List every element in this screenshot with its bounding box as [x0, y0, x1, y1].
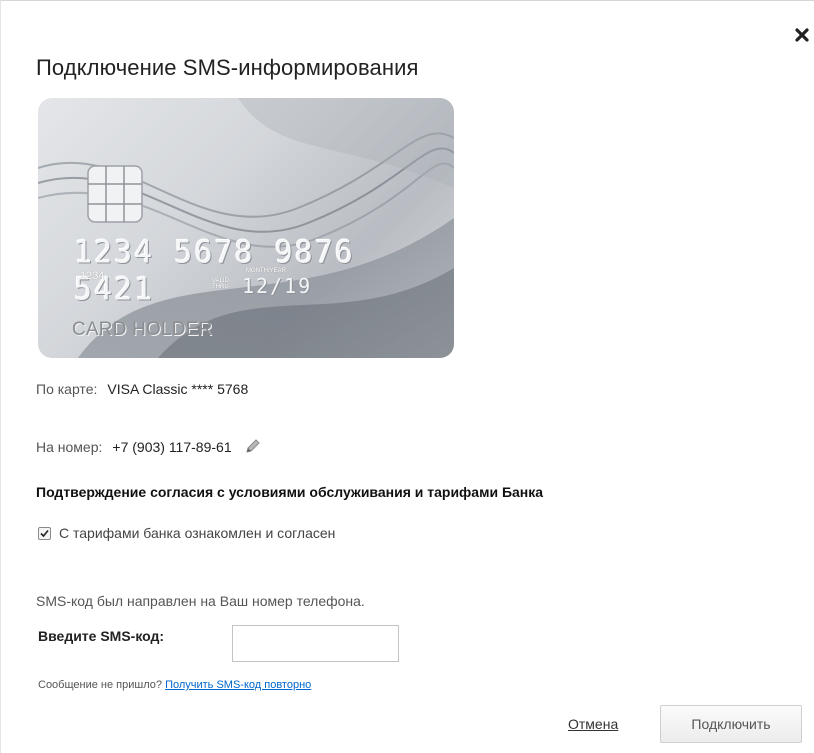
card-valid-thru-label: VALID THRU: [212, 278, 229, 290]
cancel-button[interactable]: Отмена: [568, 716, 618, 732]
agreement-checkbox[interactable]: [38, 526, 51, 540]
pencil-icon[interactable]: [244, 437, 262, 455]
card-info-row: По карте: VISA Classic **** 5768: [36, 381, 248, 397]
phone-info-label: На номер:: [36, 439, 103, 455]
agreement-heading: Подтверждение согласия с условиями обслу…: [36, 484, 544, 500]
sms-code-label: Введите SMS-код:: [38, 628, 165, 644]
card-small-number: 1234: [80, 270, 105, 282]
sms-sent-info: SMS-код был направлен на Ваш номер телеф…: [36, 593, 365, 609]
resend-link[interactable]: Получить SMS-код повторно: [165, 679, 311, 691]
sms-code-input[interactable]: [232, 625, 399, 662]
card-expiry: 12/19: [242, 274, 313, 298]
card-holder-name: CARD HOLDER: [72, 319, 213, 340]
phone-info-value: +7 (903) 117-89-61: [112, 439, 232, 455]
dialog-title: Подключение SMS-информирования: [36, 55, 419, 80]
resend-text: Сообщение не пришло?: [38, 679, 162, 691]
card-info-label: По карте:: [36, 381, 98, 397]
resend-row: Сообщение не пришло? Получить SMS-код по…: [38, 679, 311, 691]
card-info-value: VISA Classic **** 5768: [107, 381, 249, 397]
bank-card-image: 1234 5678 9876 5421 1234 MONTH/YEAR VALI…: [38, 98, 454, 358]
sms-dialog: Подключение SMS-информирования 1234 5678…: [0, 0, 814, 753]
connect-button[interactable]: Подключить: [660, 705, 802, 743]
agreement-checkbox-label[interactable]: С тарифами банка ознакомлен и согласен: [59, 525, 335, 541]
phone-info-row: На номер: +7 (903) 117-89-61: [36, 437, 262, 455]
chip-icon: [87, 165, 143, 223]
close-icon[interactable]: [792, 25, 812, 45]
agreement-row: С тарифами банка ознакомлен и согласен: [38, 525, 335, 541]
